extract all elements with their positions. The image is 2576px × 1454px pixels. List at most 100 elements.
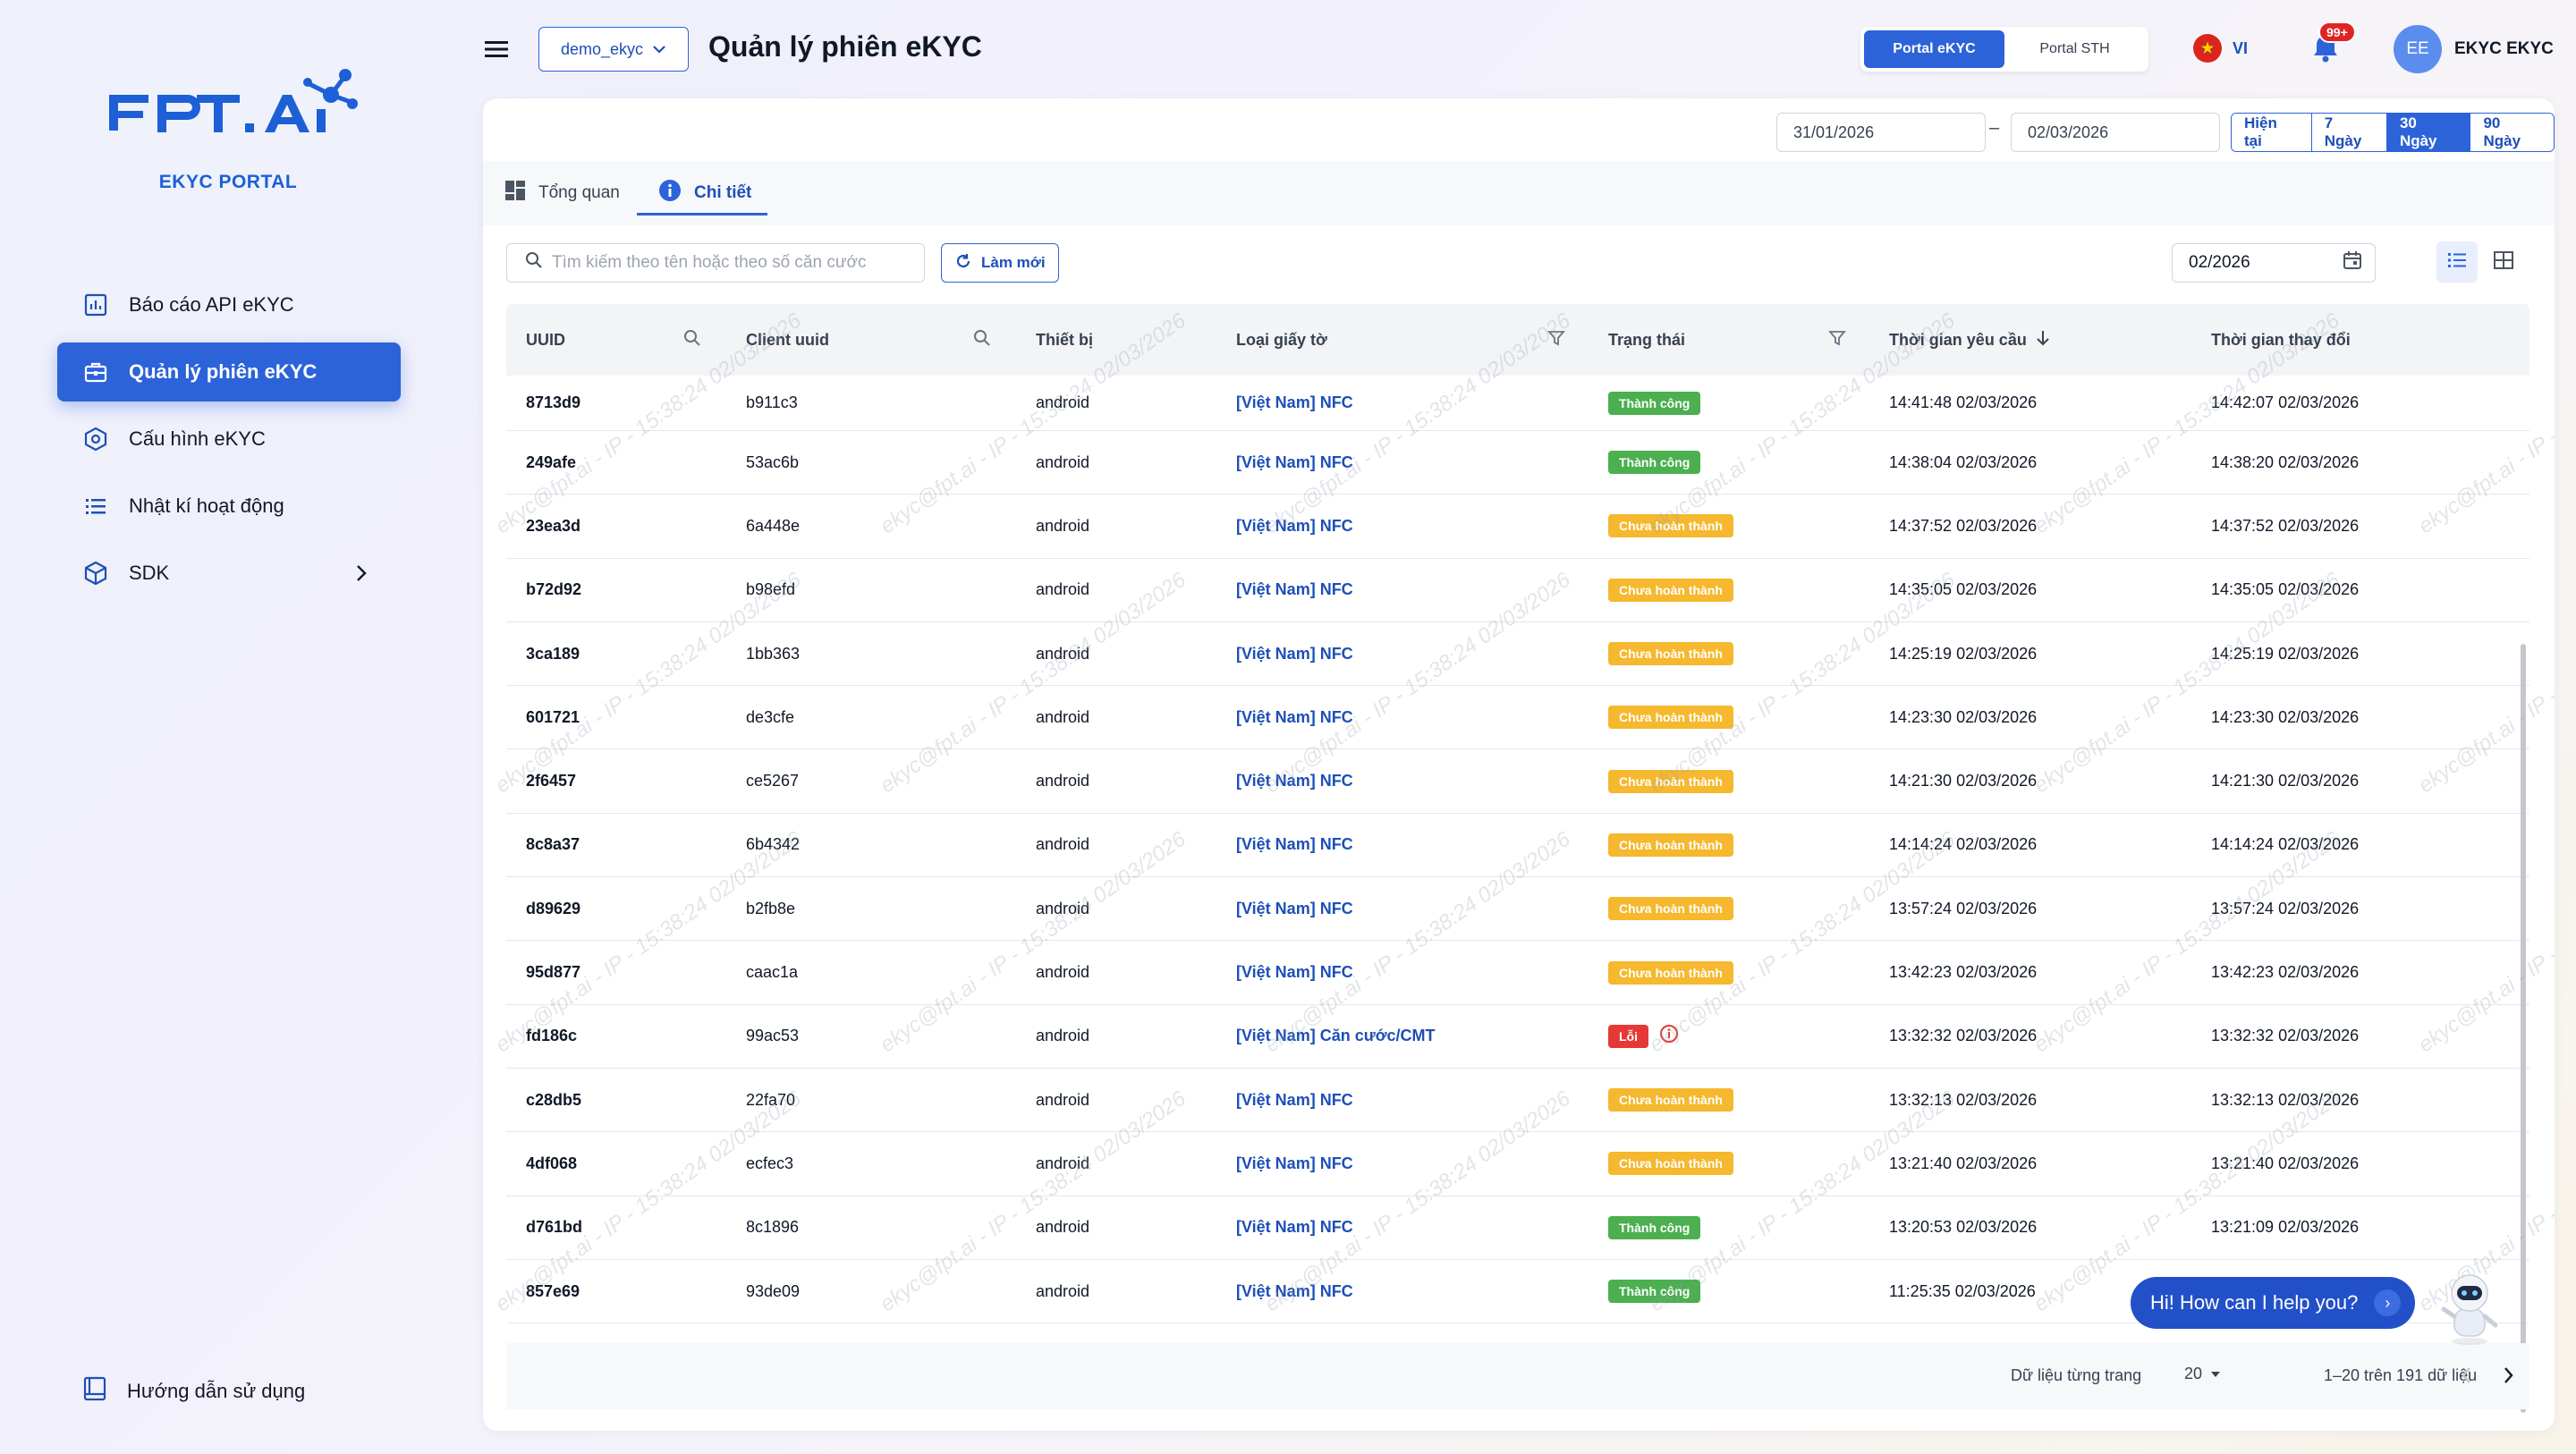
cell-document-type[interactable]: [Việt Nam] NFC — [1236, 431, 1353, 494]
language-switcher[interactable]: ★ VI — [2193, 34, 2248, 63]
table-row[interactable]: 4df068 ecfec3 android [Việt Nam] NFC Chưa ho… — [506, 1132, 2529, 1196]
cell-document-type[interactable]: [Việt Nam] Căn cước/CMT — [1236, 1005, 1436, 1068]
month-picker[interactable]: 02/2026 — [2172, 243, 2376, 283]
cell-document-type[interactable]: [Việt Nam] NFC — [1236, 1260, 1353, 1323]
cell-document-type[interactable]: [Việt Nam] NFC — [1236, 814, 1353, 876]
cell-document-type[interactable]: [Việt Nam] NFC — [1236, 376, 1353, 430]
portal-sth-button[interactable]: Portal STH — [2004, 30, 2145, 68]
page-size-select[interactable]: 20 — [2184, 1365, 2222, 1383]
sidebar-nav: Báo cáo API eKYC Quản lý phiên eKYC Cấu … — [57, 275, 401, 611]
cell-document-type[interactable]: [Việt Nam] NFC — [1236, 686, 1353, 748]
cell-document-type[interactable]: [Việt Nam] NFC — [1236, 559, 1353, 621]
column-request-time[interactable]: Thời gian yêu cầu — [1889, 304, 2050, 376]
cell-uuid: c28db5 — [526, 1090, 582, 1109]
cell-uuid: d89629 — [526, 899, 581, 917]
sidebar-item-label: Nhật kí hoạt động — [129, 495, 284, 517]
tab-overview[interactable]: Tổng quan — [504, 161, 620, 225]
cell-document-type[interactable]: [Việt Nam] NFC — [1236, 622, 1353, 685]
cell-uuid: 857e69 — [526, 1281, 580, 1300]
cell-document-type[interactable]: [Việt Nam] NFC — [1236, 749, 1353, 812]
column-search-icon[interactable] — [683, 329, 701, 351]
table-row[interactable]: 249afe 53ac6b android [Việt Nam] NFC Thành c… — [506, 431, 2529, 495]
status-badge: Chưa hoàn thành — [1608, 1152, 1733, 1176]
fpt-ai-logo[interactable]: EKYC PORTAL — [98, 64, 358, 199]
sidebar-item-api-report[interactable]: Báo cáo API eKYC — [57, 275, 401, 334]
table-row[interactable]: b72d92 b98efd android [Việt Nam] NFC Chưa ho… — [506, 559, 2529, 622]
range-30-days-button[interactable]: 30 Ngày — [2386, 114, 2471, 151]
caret-down-icon — [2209, 1365, 2222, 1383]
column-search-icon[interactable] — [973, 329, 991, 351]
range-7-days-button[interactable]: 7 Ngày — [2311, 114, 2387, 151]
column-document-type: Loại giấy tờ — [1236, 330, 1327, 349]
cell-document-type[interactable]: [Việt Nam] NFC — [1236, 1069, 1353, 1131]
cell-device: android — [1036, 452, 1090, 471]
range-current-button[interactable]: Hiện tại — [2232, 114, 2312, 151]
sidebar-item-session-management[interactable]: Quản lý phiên eKYC — [57, 342, 401, 402]
search-placeholder: Tìm kiếm theo tên hoặc theo số căn cước — [552, 253, 867, 272]
table-row[interactable]: fd186c 99ac53 android [Việt Nam] Căn cước/C… — [506, 1005, 2529, 1069]
refresh-button[interactable]: Làm mới — [941, 243, 1059, 283]
cell-client-uuid: 6b4342 — [746, 835, 801, 854]
notification-badge: 99+ — [2318, 21, 2356, 43]
cell-document-type[interactable]: [Việt Nam] NFC — [1236, 877, 1353, 940]
settings-hex-icon — [82, 426, 109, 452]
search-input[interactable]: Tìm kiếm theo tên hoặc theo số căn cước — [506, 243, 925, 283]
prev-page-icon[interactable] — [2456, 1363, 2478, 1392]
table-scrollbar[interactable] — [2521, 644, 2526, 1413]
sidebar-item-ekyc-config[interactable]: Cấu hình eKYC — [57, 410, 401, 469]
menu-toggle-icon[interactable] — [483, 36, 510, 63]
date-to-input[interactable]: 02/03/2026 — [2011, 113, 2220, 152]
cell-request-time: 11:25:35 02/03/2026 — [1889, 1281, 2036, 1300]
cell-client-uuid: 6a448e — [746, 516, 801, 535]
cell-client-uuid: b2fb8e — [746, 899, 796, 917]
grid-view-toggle[interactable] — [2483, 241, 2524, 283]
tab-detail[interactable]: Chi tiết — [658, 161, 751, 225]
cell-device: android — [1036, 393, 1090, 411]
error-info-icon[interactable] — [1659, 1024, 1679, 1048]
table-row[interactable]: 601721 de3cfe android [Việt Nam] NFC Chưa ho… — [506, 686, 2529, 750]
range-90-days-button[interactable]: 90 Ngày — [2470, 114, 2554, 151]
status-badge: Chưa hoàn thành — [1608, 897, 1733, 921]
list-view-toggle[interactable] — [2436, 241, 2478, 283]
table-row[interactable]: 8c8a37 6b4342 android [Việt Nam] NFC Chưa ho… — [506, 814, 2529, 878]
status-badge: Chưa hoàn thành — [1608, 642, 1733, 666]
table-row[interactable]: 95d877 caac1a android [Việt Nam] NFC Chưa ho… — [506, 941, 2529, 1005]
tab-label: Tổng quan — [538, 183, 620, 202]
cell-updated-time: 14:21:30 02/03/2026 — [2211, 772, 2360, 790]
cell-document-type[interactable]: [Việt Nam] NFC — [1236, 1196, 1353, 1259]
date-from-input[interactable]: 31/01/2026 — [1776, 113, 1986, 152]
sidebar-item-sdk[interactable]: SDK — [57, 544, 401, 603]
cell-status: Chưa hoàn thành — [1608, 941, 1733, 1003]
table-row[interactable]: 23ea3d 6a448e android [Việt Nam] NFC Chưa ho… — [506, 495, 2529, 559]
chatbot-robot-icon[interactable] — [2429, 1270, 2510, 1347]
sidebar-item-activity-log[interactable]: Nhật kí hoạt động — [57, 477, 401, 536]
cell-status: Chưa hoàn thành — [1608, 814, 1733, 876]
chevron-right-icon: › — [2374, 1289, 2402, 1316]
cell-document-type[interactable]: [Việt Nam] NFC — [1236, 495, 1353, 557]
user-guide-link[interactable]: Hướng dẫn sử dụng — [82, 1375, 305, 1408]
user-menu[interactable]: EE EKYC EKYC — [2394, 25, 2554, 73]
next-page-icon[interactable] — [2497, 1363, 2519, 1392]
filter-icon[interactable] — [1547, 329, 1565, 351]
table-row[interactable]: d761bd 8c1896 android [Việt Nam] NFC Thành c… — [506, 1196, 2529, 1260]
search-icon — [525, 251, 543, 275]
cell-status: Chưa hoàn thành — [1608, 622, 1733, 685]
cell-updated-time: 14:37:52 02/03/2026 — [2211, 516, 2360, 535]
table-row[interactable]: c28db5 22fa70 android [Việt Nam] NFC Chưa ho… — [506, 1069, 2529, 1133]
cell-client-uuid: 99ac53 — [746, 1027, 800, 1045]
table-row[interactable]: 8713d9 b911c3 android [Việt Nam] NFC Thành c… — [506, 376, 2529, 431]
portal-ekyc-button[interactable]: Portal eKYC — [1864, 30, 2004, 68]
column-label: Thời gian yêu cầu — [1889, 330, 2027, 349]
table-row[interactable]: 3ca189 1bb363 android [Việt Nam] NFC Chưa ho… — [506, 622, 2529, 687]
cell-document-type[interactable]: [Việt Nam] NFC — [1236, 941, 1353, 1003]
tenant-select[interactable]: demo_ekyc — [538, 27, 689, 72]
user-name: EKYC EKYC — [2454, 39, 2554, 58]
cell-uuid: d761bd — [526, 1218, 583, 1237]
chat-bubble-button[interactable]: Hi! How can I help you? › — [2131, 1277, 2416, 1329]
filter-icon[interactable] — [1828, 329, 1846, 351]
table-row[interactable]: 2f6457 ce5267 android [Việt Nam] NFC Chưa ho… — [506, 749, 2529, 814]
cell-request-time: 14:21:30 02/03/2026 — [1889, 772, 2038, 790]
table-row[interactable]: d89629 b2fb8e android [Việt Nam] NFC Chưa ho… — [506, 877, 2529, 942]
status-badge: Chưa hoàn thành — [1608, 578, 1733, 602]
cell-document-type[interactable]: [Việt Nam] NFC — [1236, 1132, 1353, 1195]
